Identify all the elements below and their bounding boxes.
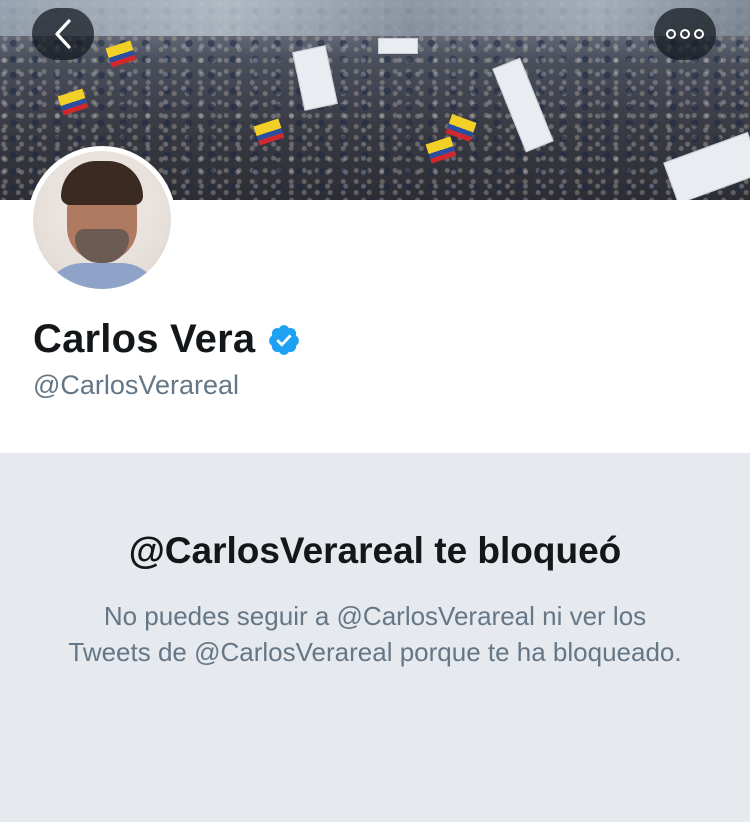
banner-sign <box>292 45 338 111</box>
banner-sign <box>663 131 750 200</box>
back-button[interactable] <box>32 8 94 60</box>
profile-name: Carlos Vera <box>33 317 256 361</box>
verified-badge-icon <box>269 324 300 355</box>
profile-handle: @CarlosVerareal <box>33 370 239 400</box>
banner-flag <box>425 136 457 164</box>
banner-flag <box>253 118 285 146</box>
banner-flag <box>57 88 89 116</box>
banner-sign <box>492 57 554 153</box>
banner-flag <box>105 40 137 68</box>
blocked-message: No puedes seguir a @CarlosVerareal ni ve… <box>68 601 682 667</box>
banner-sign <box>378 38 418 54</box>
chevron-left-icon <box>55 19 71 49</box>
profile-avatar[interactable] <box>28 146 176 294</box>
profile-name-row: Carlos Vera <box>33 317 301 362</box>
more-options-icon <box>664 29 706 39</box>
banner-skyline <box>0 0 750 36</box>
blocked-title: @CarlosVerareal te bloqueó <box>128 530 622 571</box>
avatar-image <box>33 151 171 289</box>
more-options-button[interactable] <box>654 8 716 60</box>
